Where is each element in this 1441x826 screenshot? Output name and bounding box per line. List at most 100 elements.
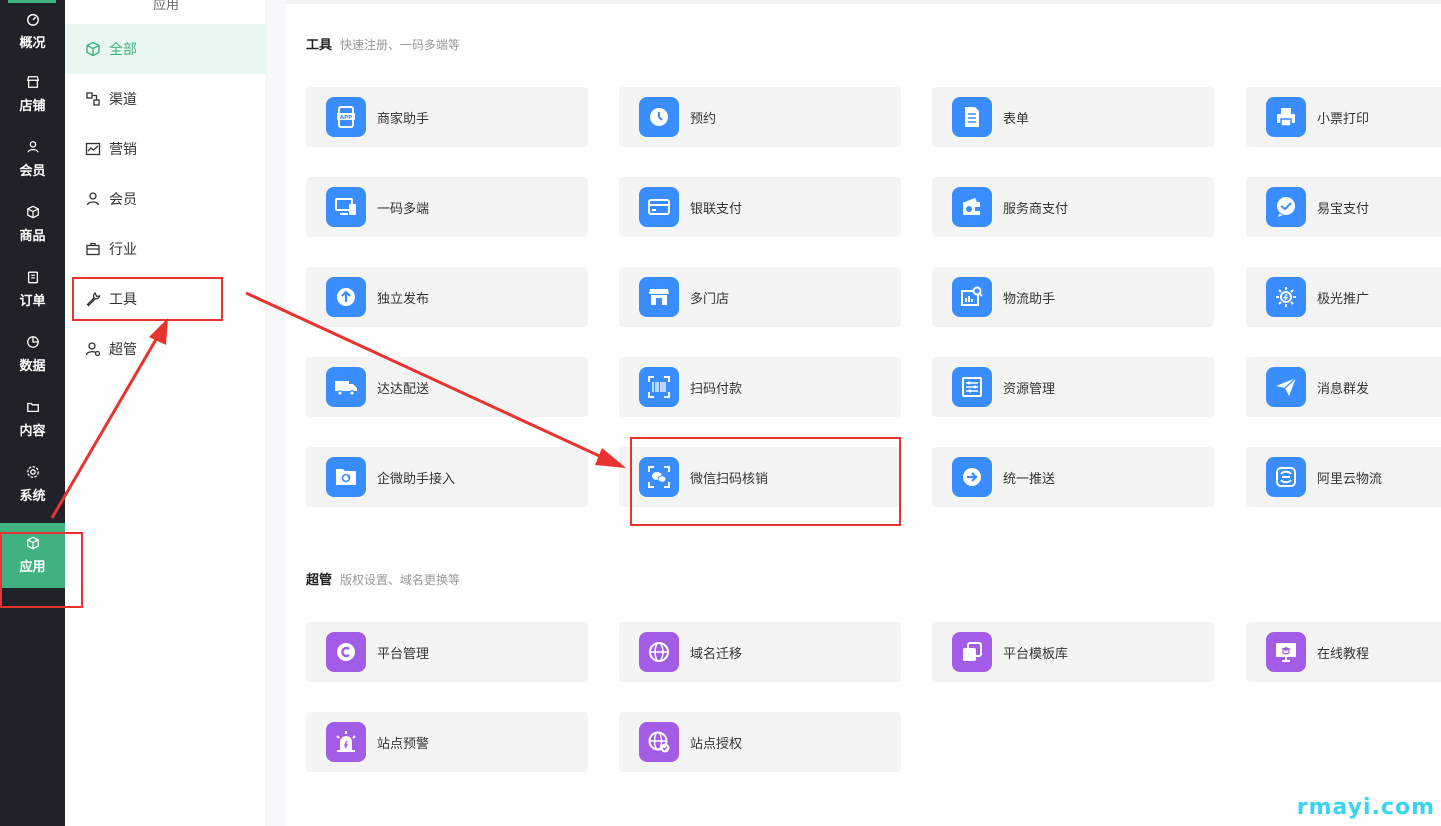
monitor-grad-icon xyxy=(1266,632,1306,672)
app-card[interactable]: 多门店 xyxy=(619,267,901,327)
sliders-icon xyxy=(952,367,992,407)
cube-icon xyxy=(86,41,100,57)
app-card-label: 易宝支付 xyxy=(1317,201,1370,217)
submenu-item-all[interactable]: 全部 xyxy=(65,24,267,74)
app-card-label: 商家助手 xyxy=(377,111,430,127)
app-card[interactable]: 表单 xyxy=(932,87,1214,147)
nav-item-goods[interactable]: 商品 xyxy=(0,192,65,257)
app-card[interactable]: 在线教程 xyxy=(1246,622,1441,682)
nav-item-data[interactable]: 数据 xyxy=(0,322,65,387)
globe-check-icon xyxy=(639,722,679,762)
truck-icon xyxy=(326,367,366,407)
app-card[interactable]: 达达配送 xyxy=(306,357,588,417)
nav-item-member[interactable]: 会员 xyxy=(0,127,65,192)
app-card[interactable]: 服务商支付 xyxy=(932,177,1214,237)
send-icon xyxy=(1266,367,1306,407)
admin-icon xyxy=(85,342,101,357)
app-card[interactable]: APP 商家助手 xyxy=(306,87,588,147)
app-card[interactable]: 消息群发 xyxy=(1246,357,1441,417)
user-icon xyxy=(27,141,38,153)
layout-gutter xyxy=(267,0,285,826)
app-card-label: 域名迁移 xyxy=(690,646,743,662)
app-card-label: 阿里云物流 xyxy=(1317,471,1383,487)
annotation-box-apps-nav xyxy=(0,532,83,608)
nav-item-overview[interactable]: 概况 xyxy=(0,0,65,62)
app-card[interactable]: 物流助手 xyxy=(932,267,1214,327)
app-card-label: 极光推广 xyxy=(1317,291,1370,307)
app-card-label: 小票打印 xyxy=(1317,111,1370,127)
nav-item-label: 概况 xyxy=(19,35,46,51)
top-border xyxy=(285,0,1441,4)
submenu-item-industry[interactable]: 行业 xyxy=(65,224,267,274)
dashboard-icon xyxy=(26,13,39,26)
submenu-item-label: 营销 xyxy=(109,142,137,158)
upload-icon xyxy=(326,277,366,317)
alarm-icon xyxy=(326,722,366,762)
clipboard-icon xyxy=(27,271,38,284)
nav-item-order[interactable]: 订单 xyxy=(0,257,65,322)
folder-icon xyxy=(26,402,39,413)
submenu-item-label: 行业 xyxy=(109,242,137,258)
app-card[interactable]: 站点预警 xyxy=(306,712,588,772)
app-card-label: 达达配送 xyxy=(377,381,430,397)
store-icon xyxy=(26,76,39,88)
nav-item-store[interactable]: 店铺 xyxy=(0,62,65,127)
app-card-label: 资源管理 xyxy=(1003,381,1056,397)
app-submenu: 应用 全部 渠道 营销 会员 行业 工具 超管 xyxy=(65,0,267,826)
app-card[interactable]: 银联支付 xyxy=(619,177,901,237)
submenu-item-member[interactable]: 会员 xyxy=(65,174,267,224)
nav-item-label: 商品 xyxy=(19,229,46,244)
app-card[interactable]: 扫码付款 xyxy=(619,357,901,417)
app-card[interactable]: 一码多端 xyxy=(306,177,588,237)
box-icon xyxy=(26,205,39,219)
app-card[interactable]: 易宝支付 xyxy=(1246,177,1441,237)
shop-icon xyxy=(639,277,679,317)
nav-item-label: 店铺 xyxy=(19,99,46,114)
submenu-item-admin[interactable]: 超管 xyxy=(65,324,267,374)
devices-icon xyxy=(326,187,366,227)
app-card[interactable]: 独立发布 xyxy=(306,267,588,327)
app-card-label: 一码多端 xyxy=(377,201,430,217)
watermark: rmayi.com xyxy=(1296,795,1435,820)
app-card-label: 表单 xyxy=(1003,111,1030,127)
section-title: 超管 xyxy=(306,573,333,588)
briefcase-icon xyxy=(86,242,100,256)
main-nav: 概况 店铺 会员 商品 订单 数据 内容 系统 应用 xyxy=(0,0,65,826)
globe-move-icon xyxy=(639,632,679,672)
section-title: 工具 xyxy=(306,38,333,53)
form-icon xyxy=(952,97,992,137)
nav-item-content[interactable]: 内容 xyxy=(0,387,65,452)
app-card[interactable]: 统一推送 xyxy=(932,447,1214,507)
app-card[interactable]: 小票打印 xyxy=(1246,87,1441,147)
nav-item-label: 系统 xyxy=(19,489,46,504)
nav-item-label: 内容 xyxy=(19,424,46,439)
app-card-label: 消息群发 xyxy=(1317,381,1370,397)
app-card-label: 银联支付 xyxy=(690,201,743,217)
app-card[interactable]: 资源管理 xyxy=(932,357,1214,417)
app-card[interactable]: 阿里云物流 xyxy=(1246,447,1441,507)
app-card[interactable]: 平台管理 xyxy=(306,622,588,682)
app-icon: APP xyxy=(326,97,366,137)
app-card[interactable]: 域名迁移 xyxy=(619,622,901,682)
app-card[interactable]: 站点授权 xyxy=(619,712,901,772)
chat-check-icon xyxy=(1266,187,1306,227)
app-card-label: 服务商支付 xyxy=(1003,201,1069,217)
app-card-label: 独立发布 xyxy=(377,291,430,307)
nav-item-system[interactable]: 系统 xyxy=(0,452,65,517)
submenu-item-label: 渠道 xyxy=(109,92,137,108)
app-card[interactable]: 预约 xyxy=(619,87,901,147)
submenu-item-marketing[interactable]: 营销 xyxy=(65,124,267,174)
submenu-item-label: 会员 xyxy=(109,192,137,208)
svg-text:APP: APP xyxy=(340,115,352,121)
app-card[interactable]: 企微助手接入 xyxy=(306,447,588,507)
app-card-label: 扫码付款 xyxy=(690,381,743,397)
section-header-tools: 工具 快速注册、一码多端等 xyxy=(306,34,460,54)
app-card[interactable]: 平台模板库 xyxy=(932,622,1214,682)
app-card-label: 平台管理 xyxy=(377,646,430,662)
sun-icon xyxy=(1266,277,1306,317)
gear-icon xyxy=(26,466,39,478)
submenu-item-channel[interactable]: 渠道 xyxy=(65,74,267,124)
app-card[interactable]: 极光推广 xyxy=(1246,267,1441,327)
submenu-item-label: 全部 xyxy=(109,42,137,58)
app-card-label: 站点授权 xyxy=(690,736,743,752)
